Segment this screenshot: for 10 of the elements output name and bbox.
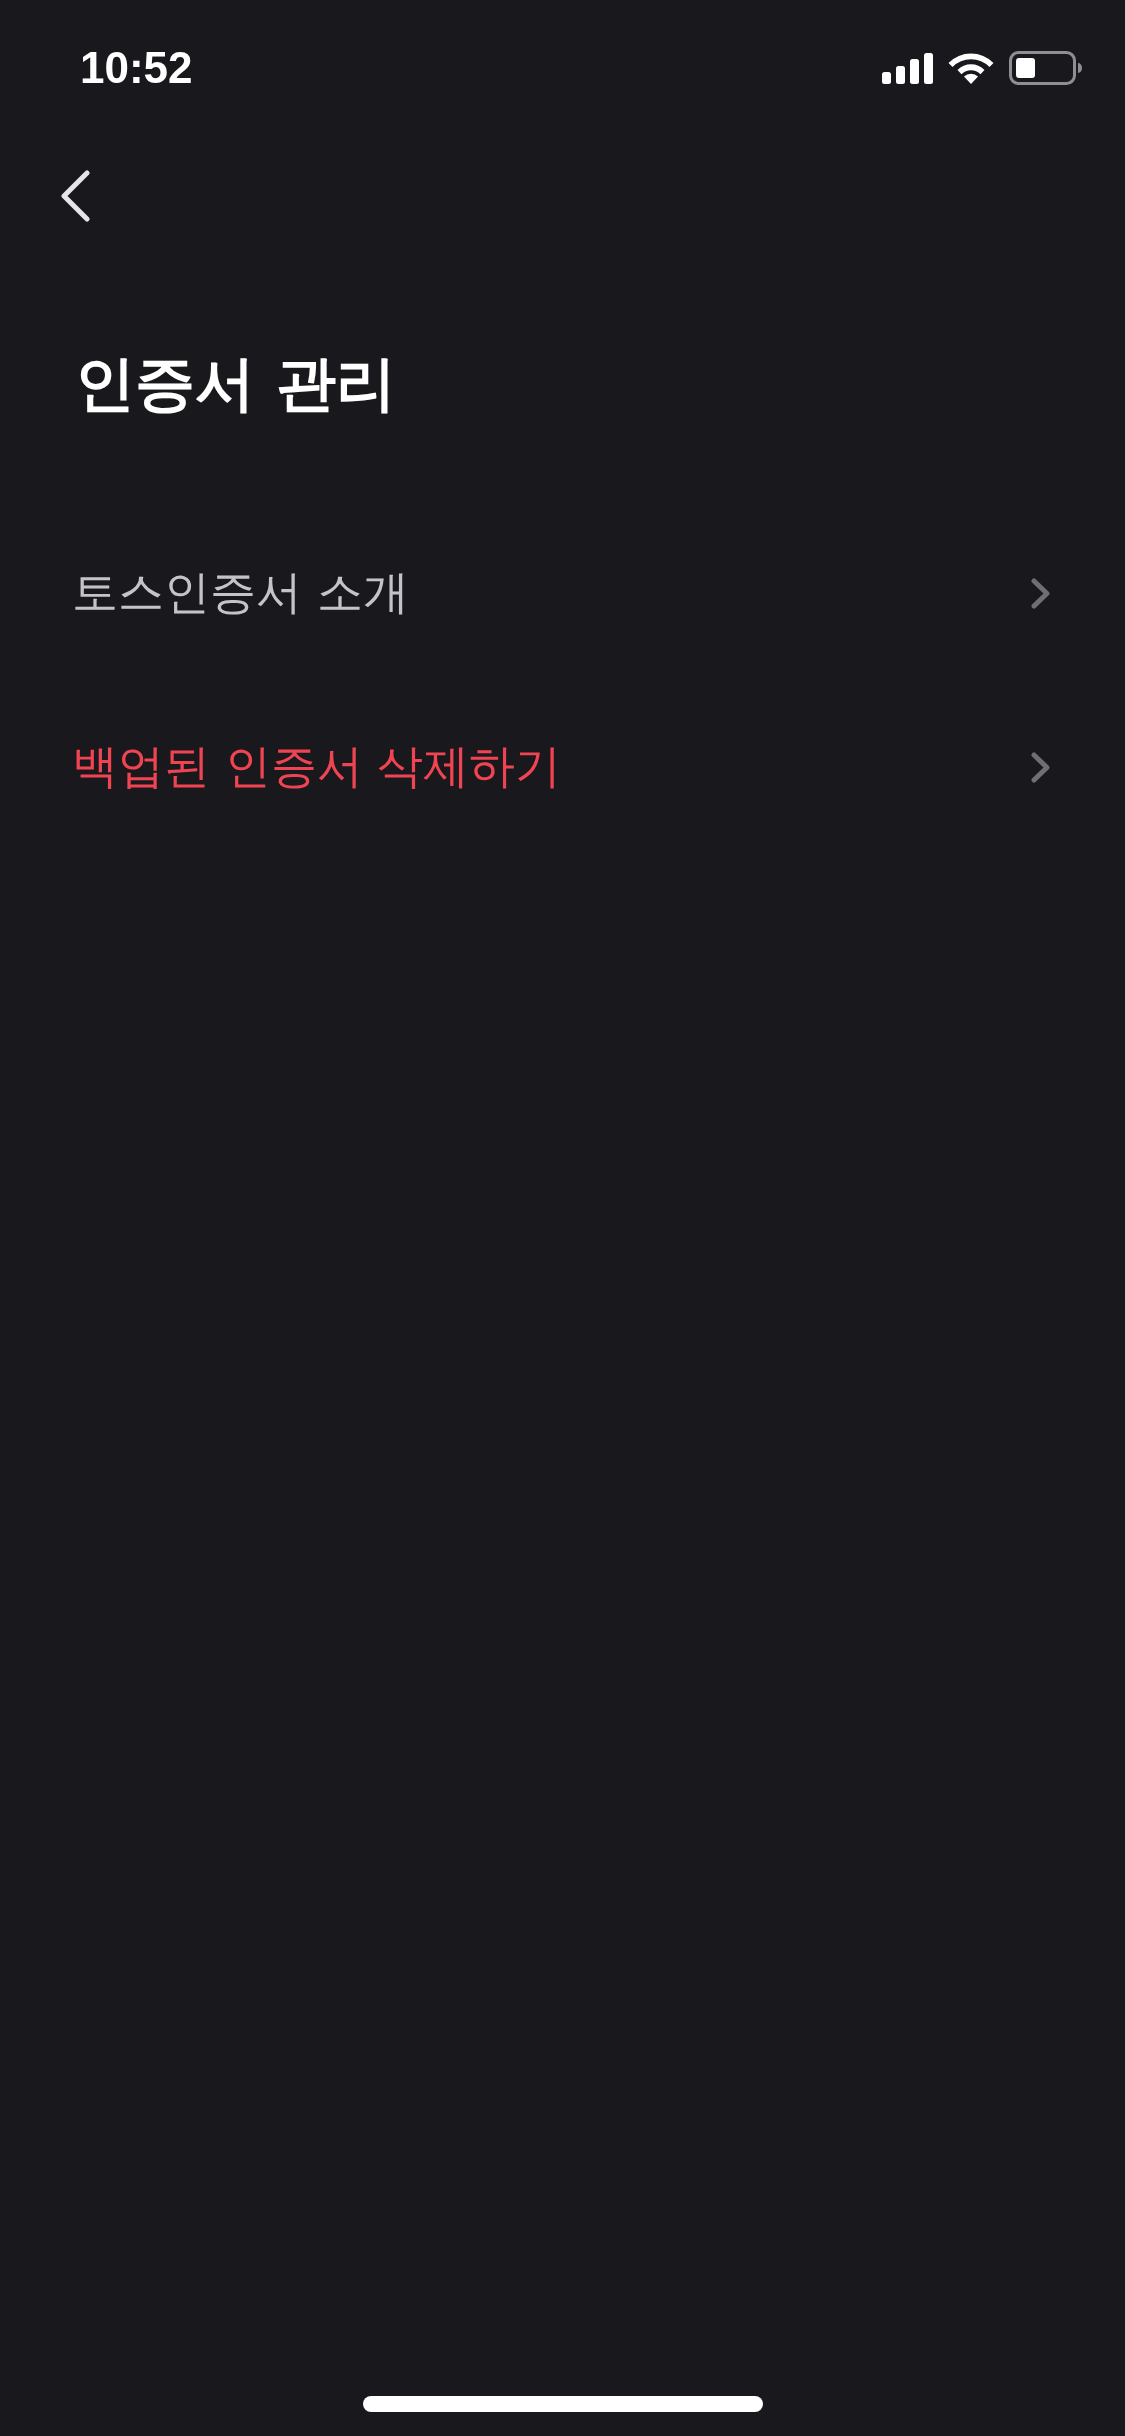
menu-item[interactable]: 토스인증서 소개 (0, 506, 1125, 680)
battery-icon (1009, 51, 1082, 85)
page-title: 인증서 관리 (75, 347, 396, 420)
chevron-right-icon (1031, 577, 1051, 609)
menu-item[interactable]: 백업된 인증서 삭제하기 (0, 680, 1125, 854)
wifi-icon (948, 52, 994, 84)
back-icon (60, 170, 90, 222)
chevron-right-icon (1031, 751, 1051, 783)
status-time: 10:52 (80, 43, 193, 93)
signal-icon (882, 52, 933, 84)
